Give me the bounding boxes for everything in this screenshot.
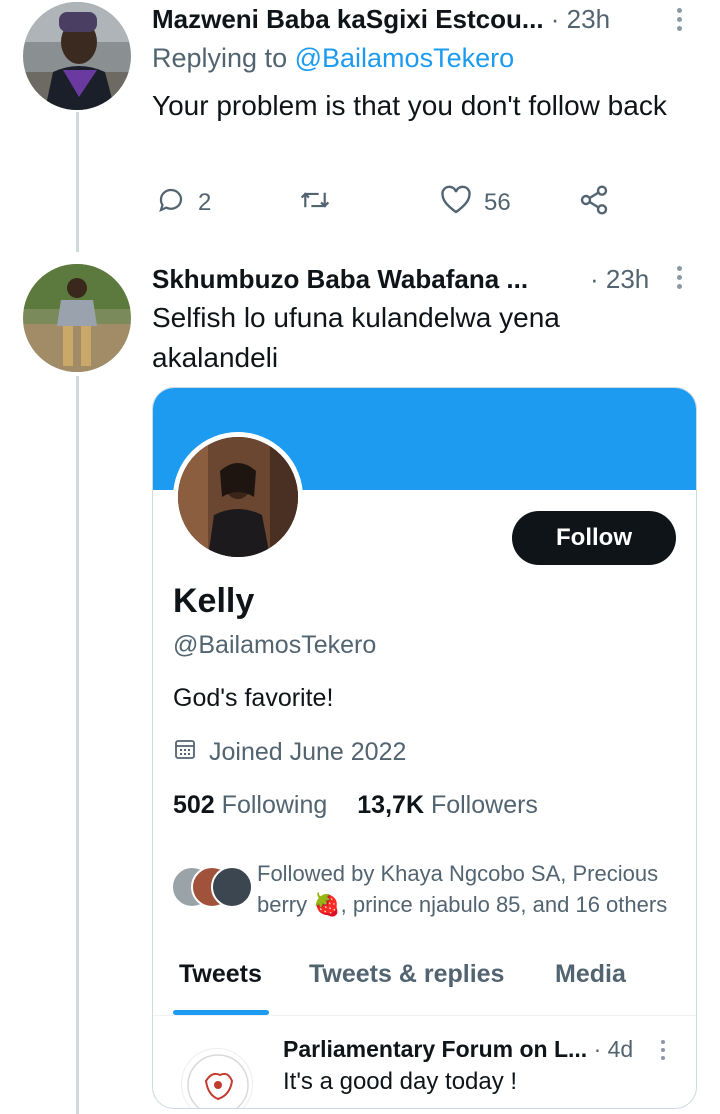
- tweet-text: It's a good day today !: [283, 1068, 518, 1095]
- tweet-actions: 2 56: [152, 183, 622, 223]
- heart-icon: [440, 185, 472, 222]
- replying-to-label: Replying to: [152, 43, 288, 73]
- profile-joined: Joined June 2022: [173, 737, 406, 768]
- tweet-time[interactable]: · 23h: [590, 264, 649, 295]
- calendar-icon: [173, 737, 197, 768]
- followers-count: 13,7K: [357, 791, 424, 819]
- replying-to: Replying to @BailamosTekero: [152, 43, 514, 74]
- tweet-time[interactable]: · 4d: [594, 1036, 634, 1062]
- profile-stats: 502 Following 13,7K Followers: [173, 791, 538, 820]
- avatar: [211, 866, 253, 908]
- display-name[interactable]: Mazweni Baba kaSgixi Estcou...: [152, 4, 544, 34]
- followed-by-text[interactable]: Followed by Khaya Ngcobo SA, Precious be…: [257, 858, 682, 920]
- tweet-header: Mazweni Baba kaSgixi Estcou... · 23h: [152, 4, 610, 35]
- more-options-icon[interactable]: [661, 1040, 667, 1064]
- profile-card[interactable]: Follow Kelly @BailamosTekero God's favor…: [152, 387, 697, 1109]
- more-options-icon[interactable]: [677, 8, 683, 35]
- like-button[interactable]: 56: [440, 183, 511, 223]
- reply-icon: [156, 185, 186, 222]
- avatar[interactable]: [23, 264, 131, 372]
- followers-label: Followers: [430, 791, 538, 819]
- more-options-icon[interactable]: [677, 266, 683, 293]
- display-name[interactable]: Parliamentary Forum on L...: [283, 1036, 587, 1062]
- avatar[interactable]: [181, 1048, 253, 1108]
- tweet-time-label: · 23h: [590, 264, 650, 294]
- profile-tabs: Tweets Tweets & replies Media: [153, 948, 696, 1016]
- display-name[interactable]: Skhumbuzo Baba Wabafana ...: [152, 264, 528, 294]
- reply-count: 2: [198, 189, 212, 216]
- tweet-header: Skhumbuzo Baba Wabafana ...: [152, 264, 528, 295]
- profile-bio: God's favorite!: [173, 684, 334, 712]
- joined-date: Joined June 2022: [209, 738, 407, 766]
- share-button[interactable]: [578, 183, 610, 223]
- reply-button[interactable]: 2: [156, 183, 211, 223]
- share-icon: [578, 184, 610, 223]
- active-tab-indicator: [173, 1010, 269, 1015]
- tab-tweets[interactable]: Tweets: [179, 960, 262, 989]
- profile-handle[interactable]: @BailamosTekero: [173, 631, 376, 660]
- tweet-text: Your problem is that you don't follow ba…: [152, 90, 667, 121]
- tweet-header: Parliamentary Forum on L... · 4d: [283, 1036, 633, 1063]
- tweet-time[interactable]: · 23h: [551, 4, 610, 34]
- thread-connector-top: [76, 112, 79, 252]
- tab-media[interactable]: Media: [555, 960, 626, 989]
- tab-tweets-and-replies[interactable]: Tweets & replies: [309, 960, 504, 989]
- avatar[interactable]: [23, 2, 131, 110]
- replying-to-handle[interactable]: @BailamosTekero: [295, 43, 515, 73]
- following-count: 502: [173, 791, 215, 819]
- thread-connector-bottom: [76, 376, 79, 1114]
- like-count: 56: [484, 189, 511, 216]
- tweet-text: Selfish lo ufuna kulandelwa yena akaland…: [152, 302, 560, 373]
- profile-avatar[interactable]: [173, 432, 303, 562]
- follow-button[interactable]: Follow: [512, 511, 676, 565]
- following-stat[interactable]: 502 Following: [173, 791, 327, 820]
- retweet-button[interactable]: [298, 183, 344, 223]
- following-label: Following: [221, 791, 328, 819]
- mutual-followers-avatars: [171, 866, 253, 910]
- retweet-icon: [298, 185, 332, 222]
- followers-stat[interactable]: 13,7K Followers: [357, 791, 538, 820]
- profile-name[interactable]: Kelly: [173, 582, 254, 621]
